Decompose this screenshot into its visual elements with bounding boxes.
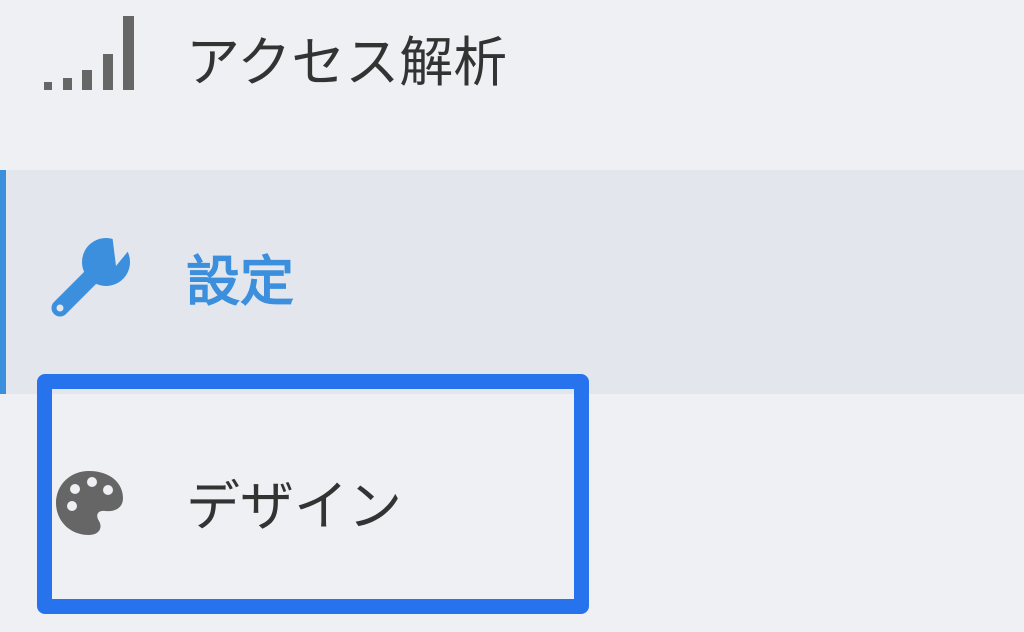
sidebar-item-label: アクセス解析 [186, 31, 508, 94]
wrench-icon [51, 234, 134, 317]
sidebar-menu: アクセス解析 設定 デザイン [0, 0, 1024, 632]
palette-icon [56, 471, 123, 535]
signal-bars-icon [44, 16, 134, 90]
sidebar-item-label: デザイン [186, 475, 402, 538]
sidebar-item-access-analysis[interactable]: アクセス解析 [0, 0, 1024, 170]
sidebar-item-settings[interactable]: 設定 [0, 170, 1024, 394]
sidebar-item-label: 設定 [186, 250, 294, 313]
sidebar-item-design[interactable]: デザイン [0, 394, 1024, 632]
